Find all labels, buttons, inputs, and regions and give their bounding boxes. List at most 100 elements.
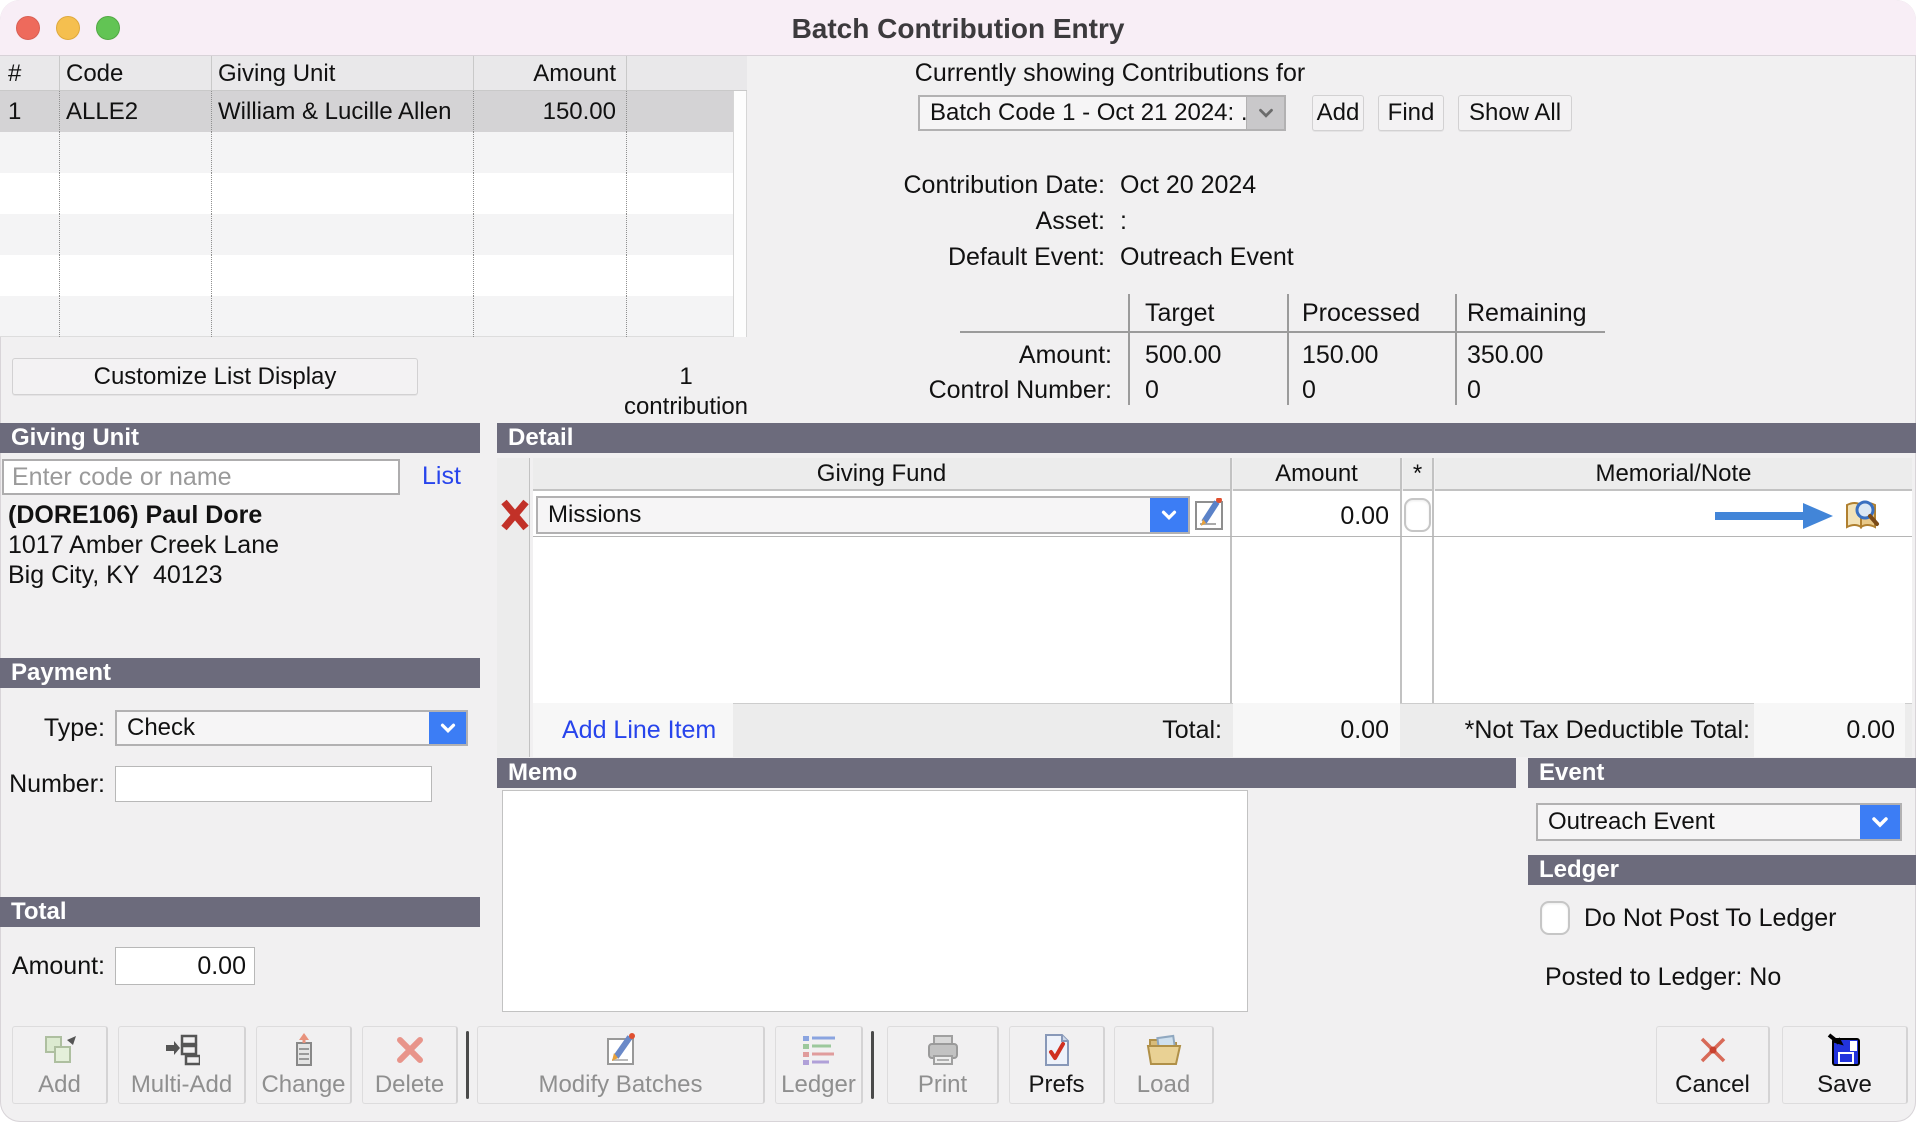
- giving-fund-value: Missions: [538, 501, 1150, 529]
- batch-heading: Currently showing Contributions for: [860, 58, 1360, 88]
- toolbar-divider: [466, 1031, 469, 1099]
- batch-find-button[interactable]: Find: [1378, 95, 1444, 131]
- summary-control-remaining: 0: [1467, 375, 1481, 405]
- chevron-down-icon: [1246, 97, 1284, 129]
- do-not-post-label: Do Not Post To Ledger: [1584, 903, 1836, 933]
- memorial-lookup-icon[interactable]: [1843, 497, 1881, 533]
- total-amount-label: Amount:: [0, 951, 105, 981]
- chevron-down-icon: [1860, 805, 1900, 839]
- empty-row[interactable]: [0, 255, 733, 296]
- row-giving-unit: William & Lucille Allen: [218, 97, 451, 127]
- payment-type-value: Check: [117, 714, 429, 742]
- toolbar-ledger-button[interactable]: Ledger: [775, 1026, 863, 1104]
- toolbar-divider: [871, 1031, 874, 1099]
- payment-type-select[interactable]: Check: [115, 710, 468, 746]
- default-event-label: Default Event:: [860, 242, 1105, 272]
- modify-batches-icon: [478, 1033, 763, 1067]
- multi-add-icon: [119, 1033, 244, 1067]
- asset-value: :: [1120, 206, 1127, 236]
- annotation-arrow-icon: [1715, 502, 1833, 530]
- ntd-total-value: 0.00: [1754, 715, 1895, 745]
- toolbar-delete-button[interactable]: Delete: [362, 1026, 458, 1104]
- toolbar-add-button[interactable]: Add: [12, 1026, 108, 1104]
- add-line-item-link[interactable]: Add Line Item: [562, 715, 716, 745]
- summary-amount-remaining: 350.00: [1467, 340, 1543, 370]
- empty-row[interactable]: [0, 132, 733, 173]
- memo-textarea[interactable]: [502, 790, 1248, 1012]
- detail-col-star: *: [1403, 458, 1432, 491]
- row-code: ALLE2: [66, 97, 138, 127]
- empty-row[interactable]: [0, 214, 733, 255]
- detail-col-amount: Amount: [1233, 458, 1400, 491]
- col-header-amount: Amount: [473, 59, 616, 89]
- asset-label: Asset:: [860, 206, 1105, 236]
- ledger-section-header: Ledger: [1528, 855, 1916, 885]
- toolbar-prefs-button[interactable]: Prefs: [1009, 1026, 1105, 1104]
- change-icon: [257, 1033, 350, 1067]
- detail-section-header: Detail: [497, 423, 1916, 453]
- toolbar-modify-batches-button[interactable]: Modify Batches: [477, 1026, 765, 1104]
- col-header-code: Code: [66, 59, 123, 89]
- default-event-value: Outreach Event: [1120, 242, 1294, 272]
- do-not-post-checkbox[interactable]: [1540, 901, 1570, 935]
- line-item-amount: 0.00: [1233, 501, 1389, 531]
- giving-unit-name: (DORE106) Paul Dore: [8, 500, 262, 530]
- giving-unit-search-input[interactable]: [2, 459, 400, 495]
- delete-x-icon: [363, 1033, 456, 1067]
- contribution-row-selected[interactable]: 1 ALLE2 William & Lucille Allen 150.00: [0, 91, 733, 132]
- batch-add-button[interactable]: Add: [1312, 95, 1364, 131]
- summary-col-target: Target: [1145, 298, 1214, 328]
- summary-control-target: 0: [1145, 375, 1159, 405]
- list-scrollbar[interactable]: [733, 91, 747, 337]
- memo-section-header: Memo: [497, 758, 1516, 788]
- cancel-x-icon: [1657, 1033, 1768, 1067]
- not-tax-deductible-checkbox[interactable]: [1404, 498, 1431, 532]
- total-section-header: Total: [0, 897, 480, 927]
- summary-col-processed: Processed: [1302, 298, 1420, 328]
- toolbar-change-button[interactable]: Change: [256, 1026, 352, 1104]
- col-header-giving-unit: Giving Unit: [218, 59, 335, 89]
- event-select[interactable]: Outreach Event: [1536, 803, 1902, 841]
- event-section-header: Event: [1528, 758, 1916, 788]
- payment-number-label: Number:: [0, 769, 105, 799]
- row-amount: 150.00: [473, 97, 616, 127]
- batch-show-all-button[interactable]: Show All: [1458, 95, 1572, 131]
- edit-fund-icon[interactable]: [1195, 498, 1227, 532]
- customize-list-display-button[interactable]: Customize List Display: [12, 358, 418, 395]
- summary-amount-processed: 150.00: [1302, 340, 1378, 370]
- ntd-total-label: *Not Tax Deductible Total:: [1447, 715, 1750, 745]
- summary-col-remaining: Remaining: [1467, 298, 1587, 328]
- prefs-icon: [1010, 1033, 1103, 1067]
- contribution-count: 1 contribution: [616, 362, 756, 422]
- empty-row[interactable]: [0, 296, 733, 337]
- giving-fund-select[interactable]: Missions: [536, 496, 1190, 534]
- batch-select[interactable]: Batch Code 1 - Oct 21 2024: ...: [918, 95, 1286, 131]
- payment-type-label: Type:: [0, 713, 105, 743]
- contribution-date-value: Oct 20 2024: [1120, 170, 1256, 200]
- payment-number-input[interactable]: [115, 766, 432, 802]
- payment-section-header: Payment: [0, 658, 480, 688]
- detail-col-memorial-note: Memorial/Note: [1435, 458, 1912, 491]
- toolbar-print-button[interactable]: Print: [887, 1026, 999, 1104]
- summary-control-label: Control Number:: [860, 375, 1112, 405]
- batch-select-value: Batch Code 1 - Oct 21 2024: ...: [920, 99, 1246, 127]
- col-header-num: #: [8, 59, 21, 89]
- chevron-down-icon: [1150, 498, 1188, 532]
- detail-total-label: Total:: [997, 715, 1222, 745]
- cancel-button[interactable]: Cancel: [1656, 1026, 1770, 1104]
- row-num: 1: [8, 97, 21, 127]
- giving-unit-list-link[interactable]: List: [422, 461, 461, 491]
- toolbar-multi-add-button[interactable]: Multi-Add: [118, 1026, 246, 1104]
- total-amount-input[interactable]: [115, 947, 255, 985]
- giving-unit-address2: Big City, KY 40123: [8, 560, 222, 590]
- contribution-list-header: # Code Giving Unit Amount: [0, 56, 747, 91]
- detail-table: Giving Fund Amount * Memorial/Note Missi…: [497, 453, 1916, 758]
- ledger-grid-icon: [776, 1033, 861, 1067]
- delete-line-item-icon[interactable]: [500, 499, 530, 531]
- contribution-date-label: Contribution Date:: [860, 170, 1105, 200]
- printer-icon: [888, 1033, 997, 1067]
- save-button[interactable]: Save: [1782, 1026, 1908, 1104]
- empty-row[interactable]: [0, 173, 733, 214]
- toolbar-load-button[interactable]: Load: [1114, 1026, 1214, 1104]
- batch-contribution-entry-window: Batch Contribution Entry # Code Giving U…: [0, 0, 1916, 1122]
